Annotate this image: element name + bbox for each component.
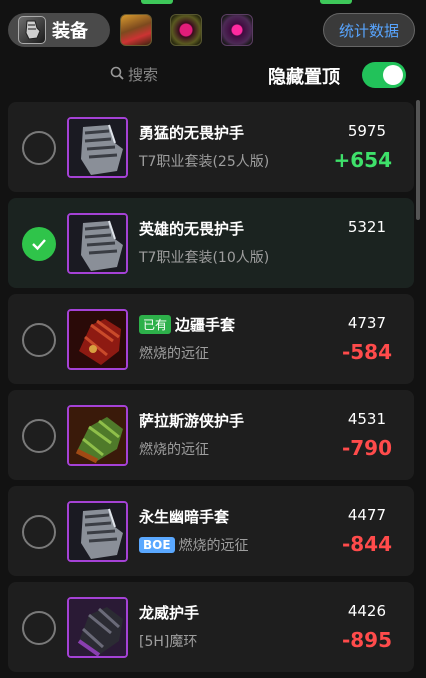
item-name: 萨拉斯游侠护手 <box>139 412 245 430</box>
list-item[interactable]: 已有 边疆手套 燃烧的远征 4737 -584 <box>8 294 414 384</box>
select-radio[interactable] <box>22 323 56 357</box>
item-score: 4426 <box>347 602 386 620</box>
select-radio[interactable] <box>22 227 56 261</box>
toggle-knob <box>383 65 403 85</box>
dark-glove-icon <box>67 597 128 658</box>
plate-gauntlet-icon <box>67 213 128 274</box>
item-score: 4531 <box>347 410 386 428</box>
item-source: [5H]魔环 <box>139 634 198 650</box>
boe-badge: BOE <box>139 537 175 553</box>
item-source: T7职业套装(10人版) <box>139 250 270 266</box>
category-tab-label: 装备 <box>52 21 88 42</box>
list-item[interactable]: 永生幽暗手套 BOE 燃烧的远征 4477 -844 <box>8 486 414 576</box>
item-name: 永生幽暗手套 <box>139 508 230 526</box>
list-item[interactable]: 勇猛的无畏护手 T7职业套装(25人版) 5975 +654 <box>8 102 414 192</box>
list-item[interactable]: 萨拉斯游侠护手 燃烧的远征 4531 -790 <box>8 390 414 480</box>
gem-filter-icon[interactable] <box>170 14 202 46</box>
item-score: 5975 <box>347 122 386 140</box>
equipment-list: 勇猛的无畏护手 T7职业套装(25人版) 5975 +654 英雄的无畏护手 T… <box>8 102 414 678</box>
score-diff: -584 <box>341 340 392 364</box>
hide-pinned-toggle[interactable] <box>362 62 406 88</box>
checkmark-icon <box>32 239 46 251</box>
item-source: 燃烧的远征 <box>139 346 209 362</box>
scroll-filter-icon[interactable] <box>120 14 152 46</box>
indicator-mark <box>320 0 352 4</box>
list-item[interactable]: 英雄的无畏护手 T7职业套装(10人版) 5321 <box>8 198 414 288</box>
score-diff: -844 <box>341 532 392 556</box>
select-radio[interactable] <box>22 419 56 453</box>
score-diff: -895 <box>341 628 392 652</box>
item-name: 勇猛的无畏护手 <box>139 124 245 142</box>
scrollbar[interactable] <box>416 100 420 220</box>
item-name: 已有 边疆手套 <box>139 314 235 335</box>
plate-gauntlet-icon <box>67 501 128 562</box>
category-tab-equipment[interactable]: 装备 <box>8 13 110 47</box>
search-input[interactable]: 搜索 <box>110 64 158 85</box>
search-placeholder: 搜索 <box>128 66 159 84</box>
item-score: 5321 <box>347 218 386 236</box>
list-item[interactable]: 龙威护手 [5H]魔环 4426 -895 <box>8 582 414 672</box>
item-source: 燃烧的远征 <box>139 442 209 458</box>
item-score: 4737 <box>347 314 386 332</box>
gauntlet-icon <box>18 16 46 44</box>
statistics-button[interactable]: 统计数据 <box>323 13 415 47</box>
item-score: 4477 <box>347 506 386 524</box>
plate-gauntlet-icon <box>67 117 128 178</box>
item-source: BOE 燃烧的远征 <box>139 535 249 555</box>
owned-badge: 已有 <box>139 315 172 334</box>
score-diff: -790 <box>341 436 392 460</box>
top-bar: 装备 统计数据 <box>0 0 426 56</box>
search-icon <box>110 66 128 84</box>
item-name: 龙威护手 <box>139 604 200 622</box>
red-glove-icon <box>67 309 128 370</box>
hide-pinned-label: 隐藏置顶 <box>268 67 340 88</box>
search-row: 搜索 隐藏置顶 <box>0 56 426 94</box>
select-radio[interactable] <box>22 131 56 165</box>
item-name: 英雄的无畏护手 <box>139 220 245 238</box>
item-source: T7职业套装(25人版) <box>139 154 270 170</box>
score-diff: +654 <box>333 148 392 172</box>
green-glove-icon <box>67 405 128 466</box>
select-radio[interactable] <box>22 611 56 645</box>
select-radio[interactable] <box>22 515 56 549</box>
indicator-mark <box>141 0 173 4</box>
eye-gem-filter-icon[interactable] <box>221 14 253 46</box>
